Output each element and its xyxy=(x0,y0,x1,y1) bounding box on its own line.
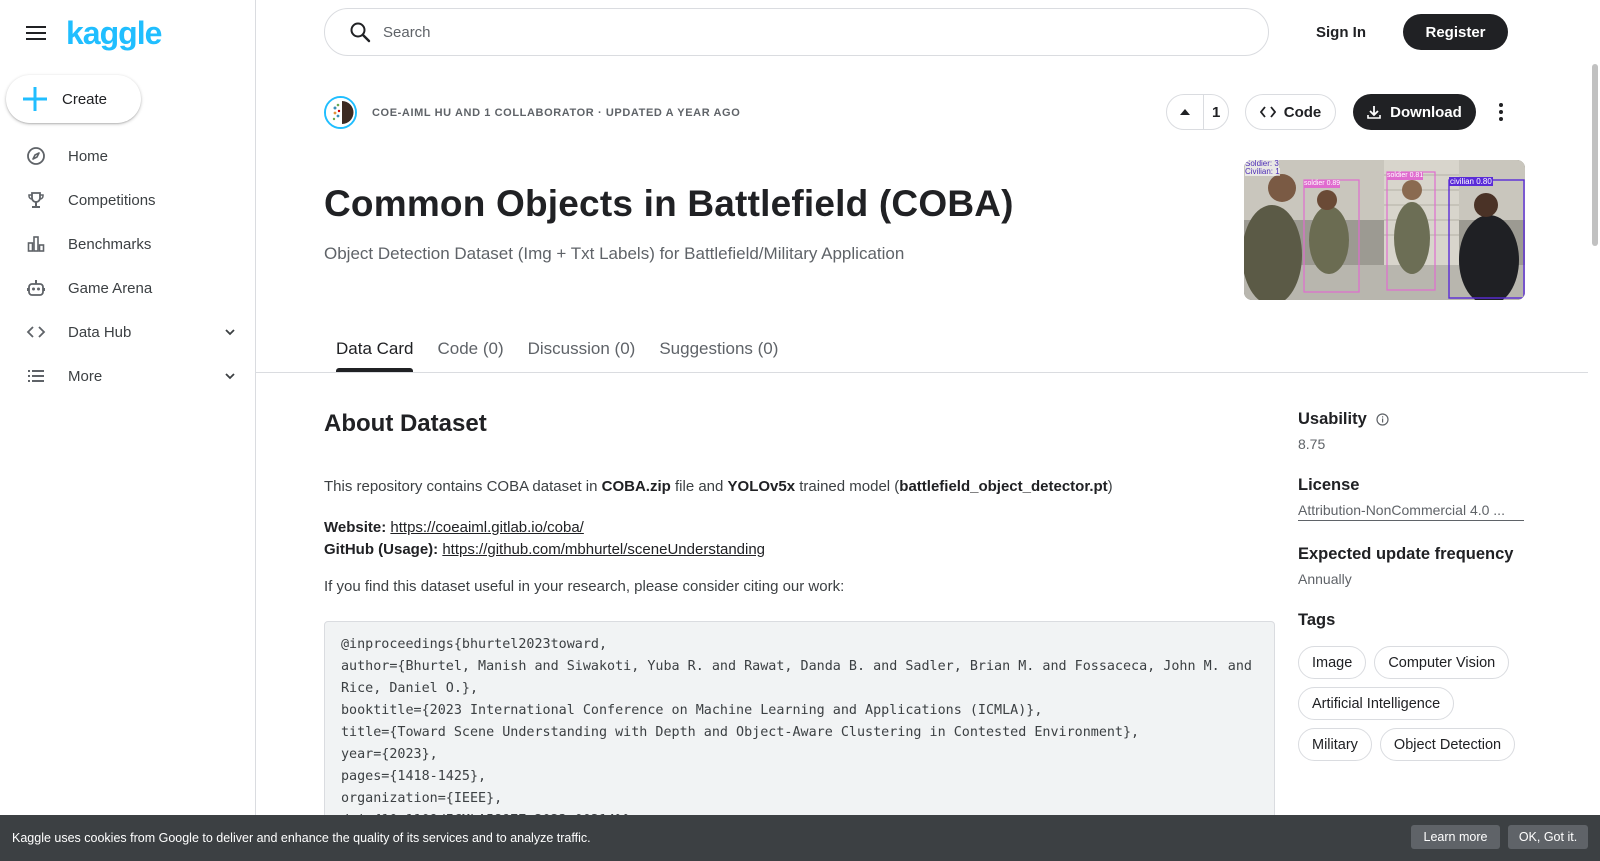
usability-label: Usability xyxy=(1298,410,1367,428)
dataset-byline[interactable]: COE-AIML HU AND 1 COLLABORATOR · UPDATED… xyxy=(372,107,740,119)
tags-heading: Tags xyxy=(1298,611,1336,629)
search-bar[interactable] xyxy=(324,8,1269,56)
dataset-cover-image: Soldier: 3 Civilian: 1 soldier 0.89 sold… xyxy=(1244,160,1525,300)
sidebar-item-label: Game Arena xyxy=(68,279,153,297)
usability-heading: Usability xyxy=(1298,410,1524,429)
sidebar-item-label: Home xyxy=(68,147,109,165)
list-icon xyxy=(26,366,46,386)
tab-code[interactable]: Code (0) xyxy=(425,332,515,372)
website-link[interactable]: https://coeaiml.gitlab.io/coba/ xyxy=(390,519,583,536)
github-link[interactable]: https://github.com/mbhurtel/sceneUnderst… xyxy=(442,541,765,558)
intro-bold: COBA.zip xyxy=(601,478,671,495)
intro-paragraph: This repository contains COBA dataset in… xyxy=(324,478,1113,495)
bar-chart-icon xyxy=(26,234,46,254)
dataset-tabs: Data Card Code (0) Discussion (0) Sugges… xyxy=(324,332,790,372)
robot-icon xyxy=(26,278,46,298)
intro-text: ) xyxy=(1107,478,1113,495)
create-label: Create xyxy=(62,90,108,108)
sidebar-item-benchmarks[interactable]: Benchmarks xyxy=(0,222,255,266)
sidebar-item-label: Competitions xyxy=(68,191,156,209)
cookie-text: Kaggle uses cookies from Google to deliv… xyxy=(12,831,591,845)
download-icon xyxy=(1367,106,1381,119)
upvote-button[interactable] xyxy=(1167,95,1205,129)
chevron-down-icon[interactable] xyxy=(222,324,238,340)
kaggle-logo[interactable]: kaggle xyxy=(66,17,162,49)
sidebar-item-competitions[interactable]: Competitions xyxy=(0,178,255,222)
create-button[interactable]: Create xyxy=(6,75,141,123)
download-button-label: Download xyxy=(1390,103,1462,121)
tag-list: Image Computer Vision Artificial Intelli… xyxy=(1298,646,1524,761)
learn-more-button[interactable]: Learn more xyxy=(1411,825,1500,849)
scrollbar-thumb[interactable] xyxy=(1592,64,1598,246)
sidebar-header: kaggle xyxy=(24,16,162,50)
usability-value: 8.75 xyxy=(1298,436,1326,452)
dataset-metadata: Usability 8.75 License Attribution-NonCo… xyxy=(1298,410,1524,761)
register-button[interactable]: Register xyxy=(1403,14,1508,50)
sidebar-item-game-arena[interactable]: Game Arena xyxy=(0,266,255,310)
upvote-control: 1 xyxy=(1166,94,1229,130)
frequency-heading: Expected update frequency xyxy=(1298,545,1514,563)
about-heading: About Dataset xyxy=(324,410,487,437)
sidebar-item-more[interactable]: More xyxy=(0,354,255,398)
cite-paragraph: If you find this dataset useful in your … xyxy=(324,578,845,595)
download-button[interactable]: Download xyxy=(1353,94,1476,130)
sidebar-item-home[interactable]: Home xyxy=(0,134,255,178)
upvote-count: 1 xyxy=(1212,103,1221,121)
sidebar-item-label: More xyxy=(68,367,103,385)
github-label: GitHub (Usage): xyxy=(324,541,439,558)
tag-chip[interactable]: Computer Vision xyxy=(1374,646,1510,679)
intro-bold: YOLOv5x xyxy=(727,478,796,495)
code-icon xyxy=(26,322,46,342)
sidebar-item-label: Data Hub xyxy=(68,323,132,341)
compass-icon xyxy=(26,146,46,166)
plus-icon xyxy=(22,86,48,112)
dataset-subtitle: Object Detection Dataset (Img + Txt Labe… xyxy=(324,244,905,263)
code-button-label: Code xyxy=(1283,103,1322,121)
search-icon xyxy=(349,21,371,43)
chevron-down-icon[interactable] xyxy=(222,368,238,384)
tag-chip[interactable]: Artificial Intelligence xyxy=(1298,687,1455,720)
code-icon xyxy=(1259,106,1276,118)
info-icon[interactable] xyxy=(1376,413,1389,426)
tag-chip[interactable]: Object Detection xyxy=(1379,728,1516,761)
cover-label: Civilian: 1 xyxy=(1245,167,1280,176)
website-label: Website: xyxy=(324,519,387,536)
code-button[interactable]: Code xyxy=(1245,94,1336,130)
license-link[interactable]: Attribution-NonCommercial 4.0 ... xyxy=(1298,502,1524,521)
sign-in-button[interactable]: Sign In xyxy=(1308,14,1374,50)
caret-up-icon xyxy=(1180,109,1191,115)
citation-text: @inproceedings{bhurtel2023toward, author… xyxy=(341,637,1252,828)
tabs-divider xyxy=(256,372,1588,373)
dataset-title: Common Objects in Battlefield (COBA) xyxy=(324,183,1014,224)
intro-text: file and xyxy=(670,478,728,495)
cover-label: civilian 0.80 xyxy=(1449,177,1493,186)
menu-icon[interactable] xyxy=(24,21,48,45)
cookie-banner: Kaggle uses cookies from Google to deliv… xyxy=(0,815,1600,861)
ok-got-it-button[interactable]: OK, Got it. xyxy=(1508,825,1588,849)
intro-text: trained model ( xyxy=(795,478,900,495)
intro-bold: battlefield_object_detector.pt xyxy=(899,478,1108,495)
links-paragraph: Website: https://coeaiml.gitlab.io/coba/… xyxy=(324,517,765,561)
sidebar-item-data-hub[interactable]: Data Hub xyxy=(0,310,255,354)
more-options-icon[interactable] xyxy=(1487,98,1515,126)
tab-data-card[interactable]: Data Card xyxy=(324,332,425,372)
cover-label: soldier 0.89 xyxy=(1304,180,1341,188)
tab-discussion[interactable]: Discussion (0) xyxy=(516,332,648,372)
sidebar-item-label: Benchmarks xyxy=(68,235,152,253)
sidebar: kaggle Create Home Competitions Benchmar… xyxy=(0,0,256,861)
tag-chip[interactable]: Military xyxy=(1298,728,1372,761)
intro-text: This repository contains COBA dataset in xyxy=(324,478,602,495)
tab-suggestions[interactable]: Suggestions (0) xyxy=(647,332,790,372)
frequency-value: Annually xyxy=(1298,571,1352,587)
search-input[interactable] xyxy=(383,23,1203,41)
tag-chip[interactable]: Image xyxy=(1298,646,1367,679)
license-heading: License xyxy=(1298,476,1360,494)
cover-label: soldier 0.81 xyxy=(1387,172,1424,180)
avatar[interactable] xyxy=(324,96,357,129)
sidebar-nav: Home Competitions Benchmarks Game Arena … xyxy=(0,134,255,398)
trophy-icon xyxy=(26,190,46,210)
